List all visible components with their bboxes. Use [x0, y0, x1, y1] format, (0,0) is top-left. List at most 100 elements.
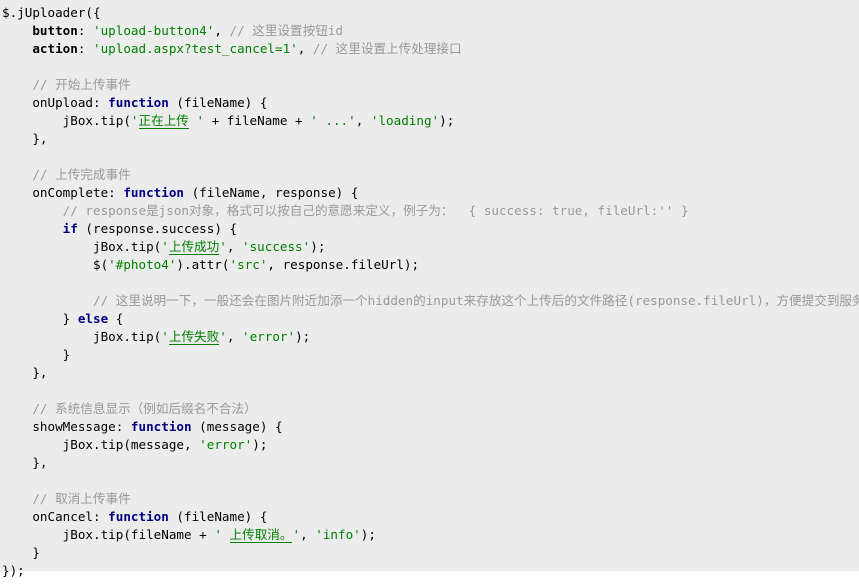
code-token-kw: function	[123, 185, 185, 200]
code-token-kw: function	[130, 419, 192, 434]
code-token-plain: $(	[93, 257, 109, 272]
code-line: },	[2, 364, 859, 382]
code-token-str-cn: 正在上传	[138, 113, 189, 129]
code-token-cm: (response.fileUrl)	[627, 293, 764, 308]
code-token-cm: id	[327, 23, 343, 38]
code-token-cm: 来存放这个上传后的文件路径	[463, 293, 628, 308]
code-line: jBox.tip('正在上传 ' + fileName + ' ...', 'l…	[2, 112, 859, 130]
code-line: showMessage: function (message) {	[2, 418, 859, 436]
code-token-cm: json	[158, 203, 190, 218]
code-line: jBox.tip('上传成功', 'success');	[2, 238, 859, 256]
code-token-plain: },	[32, 455, 48, 470]
code-token-plain: onUpload:	[32, 95, 109, 110]
code-token-plain: ,	[214, 23, 230, 38]
code-token-cm: 上传完成事件	[55, 167, 131, 182]
code-token-plain: ).attr(	[176, 257, 230, 272]
code-token-cm: input	[425, 293, 464, 308]
code-line: if (response.success) {	[2, 220, 859, 238]
code-line: jBox.tip(fileName + ' 上传取消。', 'info');	[2, 526, 859, 544]
code-token-cm: //	[32, 167, 56, 182]
code-line: },	[2, 130, 859, 148]
code-token-plain: jBox.tip(	[93, 329, 162, 344]
code-token-plain: }	[62, 347, 71, 362]
code-token-str: '	[214, 527, 230, 542]
code-token-str-cn: 上传成功	[168, 239, 220, 255]
code-token-kw: function	[108, 509, 169, 524]
code-token-str: 'src'	[229, 257, 268, 272]
code-token-plain: onCancel:	[32, 509, 109, 524]
code-token-plain: );	[252, 437, 268, 452]
code-line: $.jUploader({	[2, 4, 859, 22]
code-token-plain: ,	[226, 239, 242, 254]
code-token-str: 'upload.aspx?test_cancel=1'	[93, 41, 298, 56]
code-line: }	[2, 346, 859, 364]
code-token-kw: function	[108, 95, 169, 110]
code-token-str: 'loading'	[370, 113, 440, 128]
code-token-plain: );	[360, 527, 376, 542]
code-token-str: 'error'	[241, 329, 296, 344]
code-token-plain: }	[32, 545, 40, 560]
code-token-cm: //	[93, 293, 116, 308]
code-line: // response是json对象，格式可以按自己的意愿来定义，例子为： { …	[2, 202, 859, 220]
code-line: onUpload: function (fileName) {	[2, 94, 859, 112]
code-token-str: ' ...'	[310, 113, 356, 128]
code-token-plain: jBox.tip(message,	[62, 437, 200, 452]
code-token-str: 'upload-button4'	[93, 23, 215, 38]
code-token-cm: 这里说明一下，一般还会在图片附近加添一个	[115, 293, 368, 308]
code-token-cm: 取消上传事件	[55, 491, 131, 506]
code-token-plain: });	[2, 563, 25, 578]
code-line: // 取消上传事件	[2, 490, 859, 508]
code-line: });	[2, 562, 859, 580]
code-token-prop: button	[32, 23, 78, 38]
code-token-str: '	[188, 113, 205, 128]
code-listing[interactable]: $.jUploader({ button: 'upload-button4' , …	[0, 4, 859, 580]
code-line: jBox.tip(message, 'error');	[2, 436, 859, 454]
code-token-cm: 是	[146, 203, 159, 218]
code-token-plain: (fileName, response) {	[184, 185, 359, 200]
code-token-plain: },	[32, 365, 48, 380]
code-token-plain: :	[77, 41, 94, 56]
code-token-plain: onComplete:	[32, 185, 124, 200]
code-token-cm: 这里设置按钮	[252, 23, 328, 38]
code-token-cm: //	[229, 23, 253, 38]
code-token-cm: 这里设置上传处理接口	[335, 41, 462, 56]
code-token-plain: );	[439, 113, 455, 128]
code-token-plain: jBox.tip(	[93, 239, 162, 254]
code-token-cm: //	[312, 41, 336, 56]
code-token-str: '	[161, 239, 169, 254]
code-line: onCancel: function (fileName) {	[2, 508, 859, 526]
code-token-plain: );	[295, 329, 311, 344]
code-line: },	[2, 454, 859, 472]
code-token-str-cn: 上传取消。	[229, 527, 293, 543]
code-token-plain: $.jUploader({	[2, 5, 101, 20]
code-token-plain: :	[77, 23, 94, 38]
code-token-cm: 系统信息显示（例如后缀名不合法）	[55, 401, 257, 416]
code-token-plain: , response.fileUrl);	[267, 257, 420, 272]
code-token-str: '	[292, 527, 301, 542]
code-token-cm: //	[32, 401, 56, 416]
code-token-plain: jBox.tip(	[62, 113, 131, 128]
code-token-plain: }	[62, 311, 78, 326]
code-block: $.jUploader({ button: 'upload-button4' , …	[0, 0, 859, 578]
